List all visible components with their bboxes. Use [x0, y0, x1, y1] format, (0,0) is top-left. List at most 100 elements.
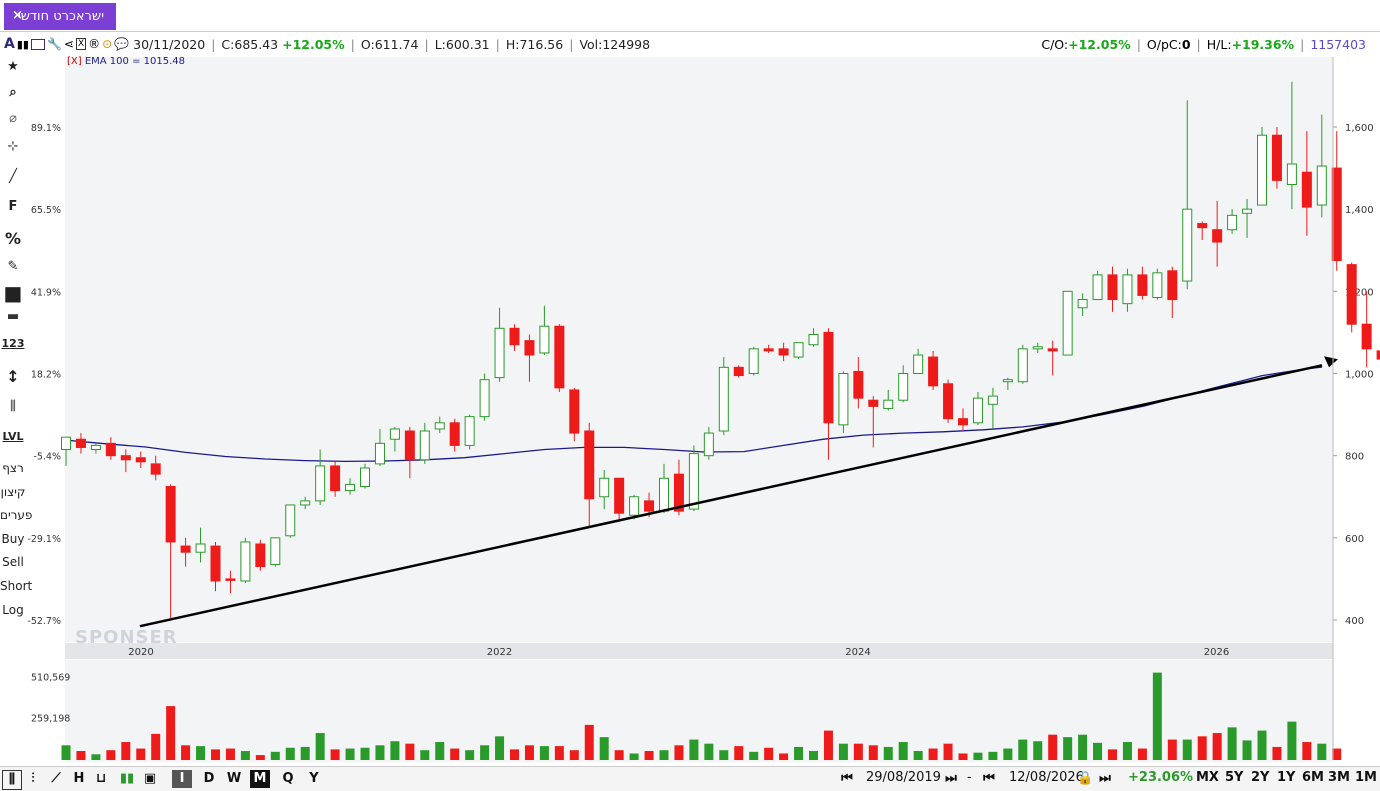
end-back-icon[interactable]: ⏮	[976, 770, 1002, 788]
log-scale-toggle[interactable]: Log	[0, 603, 26, 617]
sun-icon[interactable]: ⊙	[102, 37, 112, 51]
security-count: 1157403	[1310, 37, 1366, 52]
save-icon[interactable]: ▣	[142, 770, 158, 788]
number-label-tool[interactable]: 123	[0, 337, 26, 350]
y-right-tick-label: 1,000	[1345, 370, 1374, 381]
zoom-search-icon[interactable]: ⌕	[0, 85, 26, 100]
percent-tool[interactable]: %	[0, 229, 26, 248]
color-swatch[interactable]: ■	[0, 281, 26, 305]
range-5y-button[interactable]: 5Y	[1225, 770, 1243, 785]
vertical-arrow-icon[interactable]: ↕	[0, 367, 26, 386]
share-icon[interactable]: ⋖	[64, 37, 74, 51]
candle-down	[1361, 323, 1372, 350]
range-1m-button[interactable]: 1M	[1355, 770, 1377, 785]
x-axis-band	[65, 643, 1333, 659]
ema-legend-text: EMA 100 = 1015.48	[84, 56, 185, 67]
sell-tool[interactable]: Sell	[0, 555, 26, 569]
range-mx-button[interactable]: MX	[1196, 770, 1219, 785]
ema-remove-icon[interactable]: [X]	[67, 56, 82, 67]
close-change: +12.05%	[282, 36, 345, 52]
end-date[interactable]: 12/08/2026	[1009, 770, 1084, 785]
candle-icon[interactable]: ⫼	[0, 399, 26, 414]
volume-bar	[1332, 748, 1342, 760]
y-right-tick-label: 1,600	[1345, 123, 1374, 134]
crosshair-icon[interactable]: ⊹	[0, 139, 26, 154]
registered-icon[interactable]: ®	[88, 37, 100, 51]
volume-plot-area[interactable]	[65, 660, 1333, 762]
line-width-icon[interactable]: ▬	[0, 309, 26, 324]
opc-label: O/pC:	[1146, 37, 1182, 52]
range-2y-button[interactable]: 2Y	[1251, 770, 1269, 785]
intraday-button[interactable]: I	[172, 770, 192, 788]
hlc-mode-icon[interactable]: H	[70, 770, 88, 788]
y-left-tick-label: -29.1%	[27, 534, 61, 545]
window-icon[interactable]	[30, 38, 45, 50]
period-q-button[interactable]: Q	[279, 770, 297, 788]
low-label: L:	[434, 36, 446, 52]
comment-icon[interactable]: 💬	[114, 37, 129, 51]
heikin-mode-icon[interactable]: ▮▮	[116, 770, 138, 788]
period-m-button[interactable]: M	[250, 770, 270, 788]
vol-label: Vol:	[579, 36, 603, 52]
extreme-tool[interactable]: קיצון	[0, 485, 26, 499]
range-6m-button[interactable]: 6M	[1302, 770, 1324, 785]
price-plot-area[interactable]	[65, 57, 1333, 642]
period-d-button[interactable]: D	[200, 770, 218, 788]
fibonacci-tool[interactable]: F	[0, 199, 26, 214]
eraser-icon[interactable]: ⌀	[0, 111, 26, 126]
high-value: 716.56	[519, 36, 564, 52]
co-label: C/O:	[1041, 37, 1069, 52]
ratio-values: C/O:+12.05% | O/pC:0 | H/L:+19.36% | 115…	[1041, 37, 1366, 52]
open-label: O:	[360, 36, 375, 52]
excel-icon[interactable]: X	[75, 38, 87, 50]
y-left-tick-label: 18.2%	[31, 370, 61, 381]
lock-icon[interactable]: 🔒	[1077, 770, 1093, 788]
ohlc-mode-icon[interactable]: ⫶	[24, 770, 42, 788]
period-y-button[interactable]: Y	[305, 770, 323, 788]
close-label: C:	[221, 36, 235, 52]
period-w-button[interactable]: W	[225, 770, 243, 788]
y-right-tick-label: 600	[1345, 534, 1364, 545]
y-left-tick-label: 65.5%	[31, 205, 61, 216]
start-date[interactable]: 29/08/2019	[866, 770, 941, 785]
range-dash: -	[967, 770, 972, 785]
wrench-icon[interactable]: 🔧	[47, 37, 62, 51]
bar-date: 30/11/2020	[133, 36, 206, 52]
buy-tool[interactable]: Buy	[0, 532, 26, 546]
all-chart-icon[interactable]: A	[4, 36, 15, 52]
range-change: +23.06%	[1128, 770, 1194, 785]
gaps-tool[interactable]: פערים	[0, 508, 32, 522]
favorite-star-icon[interactable]: ★	[0, 59, 26, 74]
ohlc-info-bar: A ▮▮ 🔧 ⋖ X ® ⊙ 💬 30/11/2020 | C:685.43 +…	[0, 33, 1380, 55]
ema-legend: [X] EMA 100 = 1015.48	[67, 56, 185, 67]
opc-value: 0	[1181, 37, 1191, 52]
line-mode-icon[interactable]: ⟋	[46, 770, 66, 788]
tab-title: ישראכרט חודשי	[17, 9, 104, 24]
y-left-tick-label: -5.4%	[33, 452, 61, 463]
high-label: H:	[505, 36, 520, 52]
end-forward-icon[interactable]: ⏭	[1093, 770, 1117, 788]
sequence-tool[interactable]: רצף	[0, 461, 26, 475]
co-value: +12.05%	[1068, 37, 1131, 52]
level-tool[interactable]: LVL	[0, 430, 26, 443]
area-mode-icon[interactable]: ⊔	[92, 770, 110, 788]
range-1y-button[interactable]: 1Y	[1277, 770, 1295, 785]
candles-mode-icon[interactable]: ⫼	[2, 770, 22, 790]
y-left-tick-label: 41.9%	[31, 287, 61, 298]
start-forward-icon[interactable]: ⏭	[938, 770, 964, 788]
range-3m-button[interactable]: 3M	[1328, 770, 1350, 785]
y-right-tick-label: 1,200	[1345, 287, 1374, 298]
chart-tab[interactable]: × ישראכרט חודשי	[4, 3, 116, 30]
bars-icon[interactable]: ▮▮	[17, 38, 29, 51]
vol-value: 124998	[602, 36, 651, 52]
short-tool[interactable]: Short	[0, 579, 32, 593]
open-value: 611.74	[374, 36, 419, 52]
candle-down	[1346, 264, 1357, 325]
watermark-logo: SPONSER	[75, 627, 178, 648]
low-value: 600.31	[445, 36, 490, 52]
start-back-icon[interactable]: ⏮	[834, 770, 860, 788]
edit-icon[interactable]: ✎	[0, 259, 26, 274]
y-right-tick-label: 400	[1345, 616, 1364, 627]
info-toolbar: A ▮▮ 🔧 ⋖ X ® ⊙ 💬	[0, 36, 129, 52]
line-tool-icon[interactable]: ╱	[0, 169, 26, 184]
